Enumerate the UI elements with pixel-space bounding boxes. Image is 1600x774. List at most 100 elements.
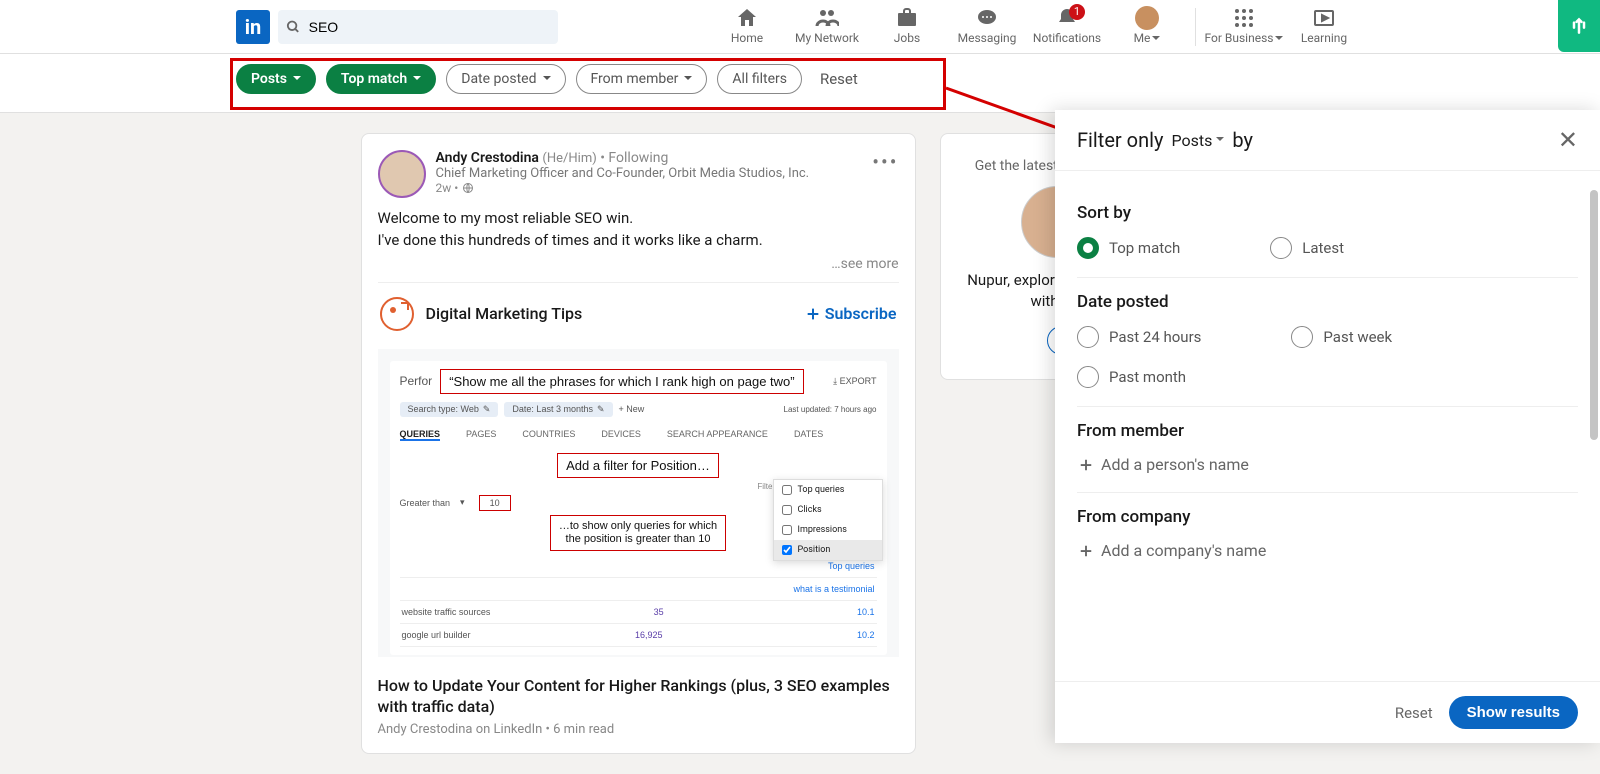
chevron-down-icon [684,76,692,84]
section-date-posted-title: Date posted [1077,292,1578,312]
filter-bar-container: Posts Top match Date posted From member … [0,54,1600,113]
radio-latest[interactable]: Latest [1270,237,1344,259]
radio-icon [1077,237,1099,259]
filter-pill-date-posted[interactable]: Date posted [446,64,565,94]
post-body-line1: Welcome to my most reliable SEO win. [378,208,899,230]
filter-panel-body: Sort by Top match Latest Date posted Pas… [1055,171,1600,681]
radio-past-week[interactable]: Past week [1291,326,1392,348]
add-person-button[interactable]: Add a person's name [1077,455,1578,474]
filter-pill-top-match[interactable]: Top match [326,64,436,94]
linkedin-logo[interactable]: in [236,10,270,44]
section-from-company-title: From company [1077,507,1578,527]
gsc-export: ⤓ EXPORT [833,376,876,387]
post-header: Andy Crestodina (He/Him) • Following Chi… [378,150,899,198]
gsc-gt-label: Greater than [400,498,451,508]
gsc-filter-label: Filter by Position [400,482,817,491]
radio-past-24h-label: Past 24 hours [1109,328,1201,346]
nav-jobs[interactable]: Jobs [867,0,947,54]
chevron-down-icon [543,76,551,84]
search-box[interactable] [278,10,558,44]
nav-items: Home My Network Jobs Messaging 1 Notific… [707,0,1364,54]
nav-network-label: My Network [795,31,859,47]
filter-pill-all-filters[interactable]: All filters [717,64,802,94]
panel-reset-button[interactable]: Reset [1395,704,1433,722]
nav-jobs-label: Jobs [894,31,920,47]
panel-type-selector[interactable]: Posts [1171,131,1224,150]
radio-past-month[interactable]: Past month [1077,366,1186,388]
newsletter-row: Digital Marketing Tips Subscribe [378,282,899,345]
filter-pill-from-member-label: From member [591,71,679,87]
globe-icon [462,182,474,194]
post-body-line2: I've done this hundreds of times and it … [378,230,899,252]
filter-pill-posts-label: Posts [251,71,287,87]
nav-home[interactable]: Home [707,0,787,54]
section-from-member-title: From member [1077,421,1578,441]
add-company-button[interactable]: Add a company's name [1077,541,1578,560]
nav-business[interactable]: For Business [1204,0,1284,54]
post-time: 2w • [436,181,810,195]
section-sort-by: Sort by Top match Latest [1077,189,1578,278]
radio-latest-label: Latest [1302,239,1344,257]
add-person-label: Add a person's name [1101,455,1249,474]
nav-home-label: Home [731,31,763,47]
nav-messaging[interactable]: Messaging [947,0,1027,54]
post-body: Welcome to my most reliable SEO win. I'v… [378,208,899,252]
article-title[interactable]: How to Update Your Content for Higher Ra… [378,675,899,718]
nav-learning-label: Learning [1301,31,1347,47]
filter-bar: Posts Top match Date posted From member … [236,64,1364,94]
gsc-annotation-2: Add a filter for Position… [557,453,719,478]
author-name[interactable]: Andy Crestodina [436,150,539,166]
chevron-down-icon [1216,137,1224,145]
scrollbar[interactable] [1590,190,1598,440]
nav-learning[interactable]: Learning [1284,0,1364,54]
jobs-icon [895,6,919,30]
newsletter-title[interactable]: Digital Marketing Tips [426,304,583,323]
close-icon[interactable]: ✕ [1558,126,1578,154]
radio-icon [1291,326,1313,348]
gsc-value-10: 10 [479,495,511,511]
nav-notifications[interactable]: 1 Notifications [1027,0,1107,54]
radio-icon [1270,237,1292,259]
radio-past-week-label: Past week [1323,328,1392,346]
chevron-down-icon [413,76,421,84]
nav-me[interactable]: Me [1107,0,1187,54]
gsc-query-rows: Top queries what is a testimonial websit… [400,555,877,647]
post-card: Andy Crestodina (He/Him) • Following Chi… [361,133,916,754]
filter-reset-link[interactable]: Reset [820,70,858,88]
gsc-title: Perfor [400,374,433,388]
filter-pill-posts[interactable]: Posts [236,64,316,94]
gsc-updated: Last updated: 7 hours ago [784,405,877,414]
radio-top-match[interactable]: Top match [1077,237,1180,259]
gsc-chip-searchtype: Search type: Web ✎ [400,402,499,417]
radio-past-24h[interactable]: Past 24 hours [1077,326,1201,348]
author-avatar[interactable] [378,150,426,198]
radio-icon [1077,326,1099,348]
gsc-tabs: QUERIESPAGESCOUNTRIESDEVICESSEARCH APPEA… [400,429,877,445]
filter-pill-all-label: All filters [732,71,787,87]
show-results-button[interactable]: Show results [1449,696,1578,729]
grid-icon [1232,6,1256,30]
radio-past-month-label: Past month [1109,368,1186,386]
post-attached-image[interactable]: Perfor “Show me all the phrases for whic… [378,349,899,657]
home-icon [735,6,759,30]
following-state: • Following [600,150,668,166]
top-nav: in Home My Network Jobs Messaging [0,0,1600,54]
avatar-icon [1135,6,1159,30]
subscribe-label: Subscribe [825,304,897,323]
section-from-member: From member Add a person's name [1077,407,1578,493]
nav-business-label: For Business [1205,31,1274,47]
filter-pill-from-member[interactable]: From member [576,64,708,94]
subscribe-button[interactable]: Subscribe [805,304,897,323]
nav-me-label: Me [1134,31,1151,47]
see-more-link[interactable]: …see more [378,256,899,272]
chevron-down-icon [1152,36,1160,44]
search-input[interactable] [309,19,550,35]
radio-icon [1077,366,1099,388]
filter-panel-footer: Reset Show results [1055,681,1600,743]
gsc-annotation-1: “Show me all the phrases for which I ran… [440,369,803,394]
panel-title-prefix: Filter only [1077,128,1163,152]
gsc-filter-popup: Top queries Clicks Impressions Position [773,479,883,561]
post-menu-button[interactable]: ••• [872,150,898,174]
extension-badge[interactable] [1558,0,1600,52]
nav-network[interactable]: My Network [787,0,867,54]
